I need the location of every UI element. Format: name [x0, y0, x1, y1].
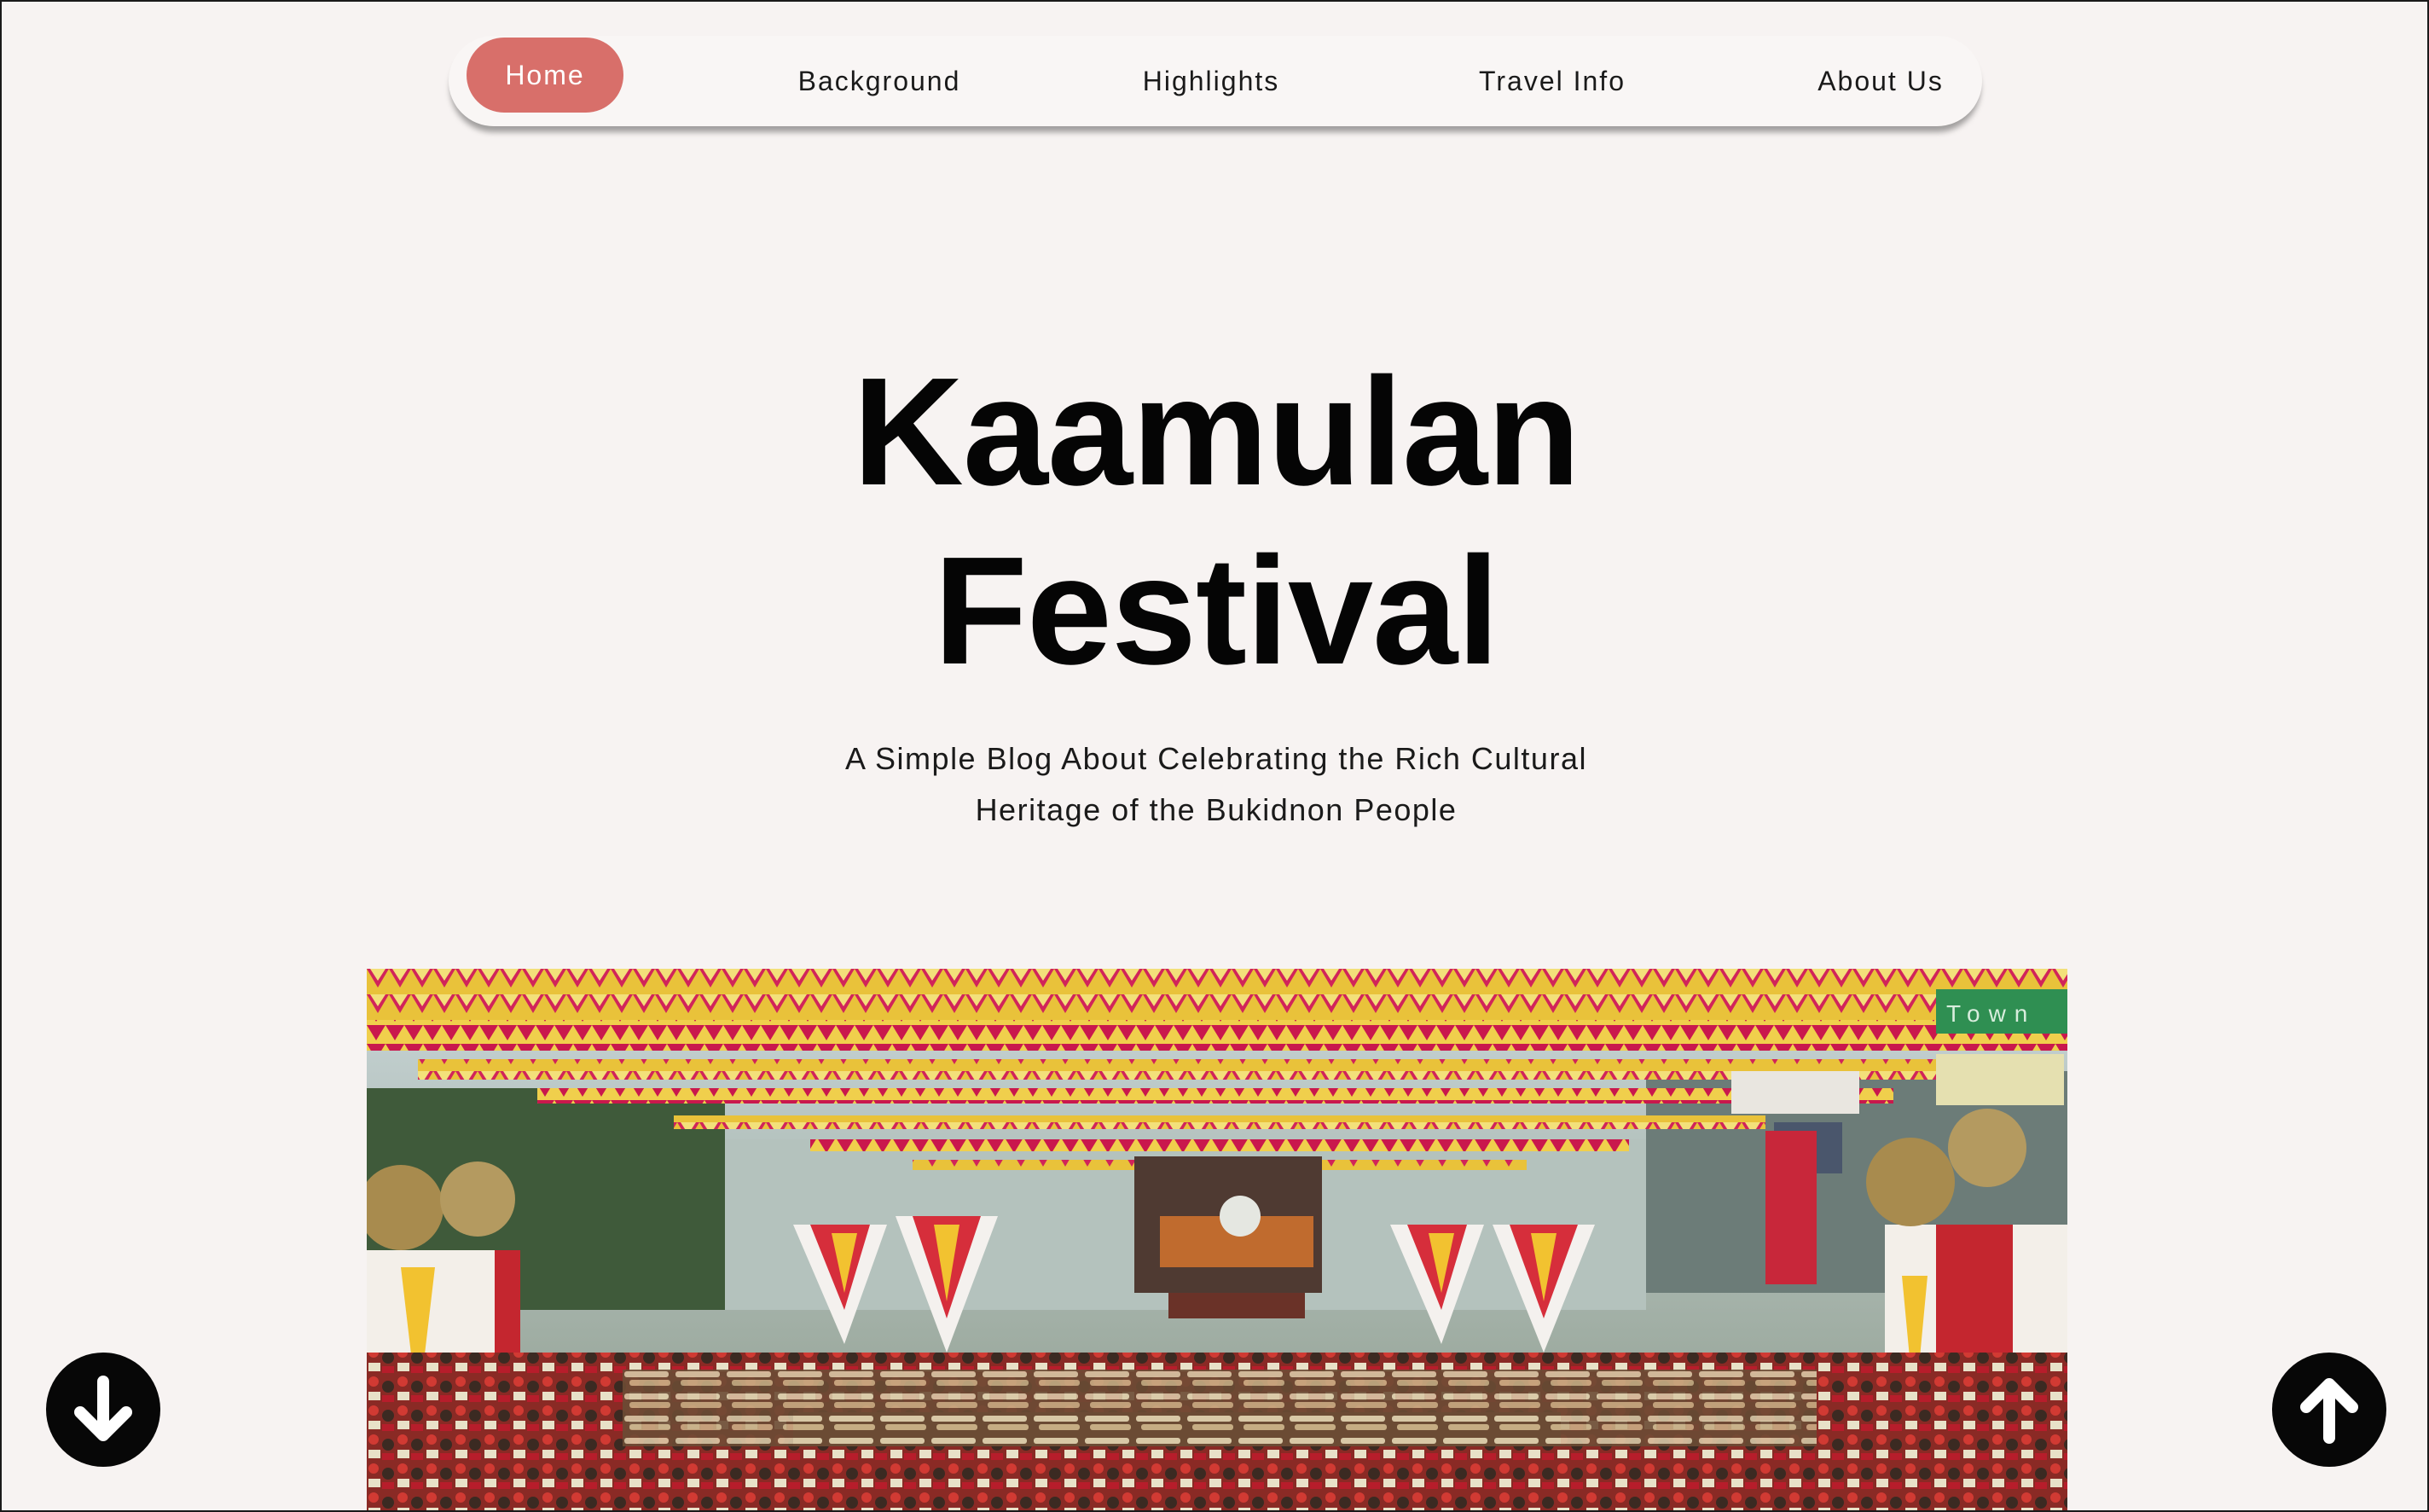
page-frame: Home Background Highlights Travel Info A… — [0, 0, 2429, 1512]
arrow-down-circle-icon — [74, 1376, 132, 1441]
nav-background-link[interactable]: Background — [764, 36, 994, 126]
nav-travel-info-link[interactable]: Travel Info — [1441, 36, 1663, 126]
hero-subtitle-line-2: Heritage of the Bukidnon People — [975, 792, 1458, 827]
hero-title-line-1: Kaamulan — [852, 346, 1580, 518]
scroll-to-top-button[interactable] — [2272, 1353, 2386, 1467]
nav-home-link[interactable]: Home — [467, 38, 623, 113]
scroll-down-button[interactable] — [46, 1353, 160, 1467]
arrow-up-circle-icon — [2300, 1378, 2358, 1444]
festival-photo: Town — [367, 969, 2067, 1510]
hero-subtitle-line-1: A Simple Blog About Celebrating the Rich… — [845, 741, 1587, 776]
hero-title: Kaamulan Festival — [2, 343, 2427, 701]
nav-highlights-link[interactable]: Highlights — [1107, 36, 1315, 126]
top-navigation: Home Background Highlights Travel Info A… — [449, 36, 1982, 126]
hero-subtitle: A Simple Blog About Celebrating the Rich… — [790, 733, 1643, 836]
hero-title-line-2: Festival — [933, 525, 1499, 697]
nav-about-us-link[interactable]: About Us — [1783, 36, 1979, 126]
photo-sign-text: Town — [1946, 1000, 2036, 1027]
